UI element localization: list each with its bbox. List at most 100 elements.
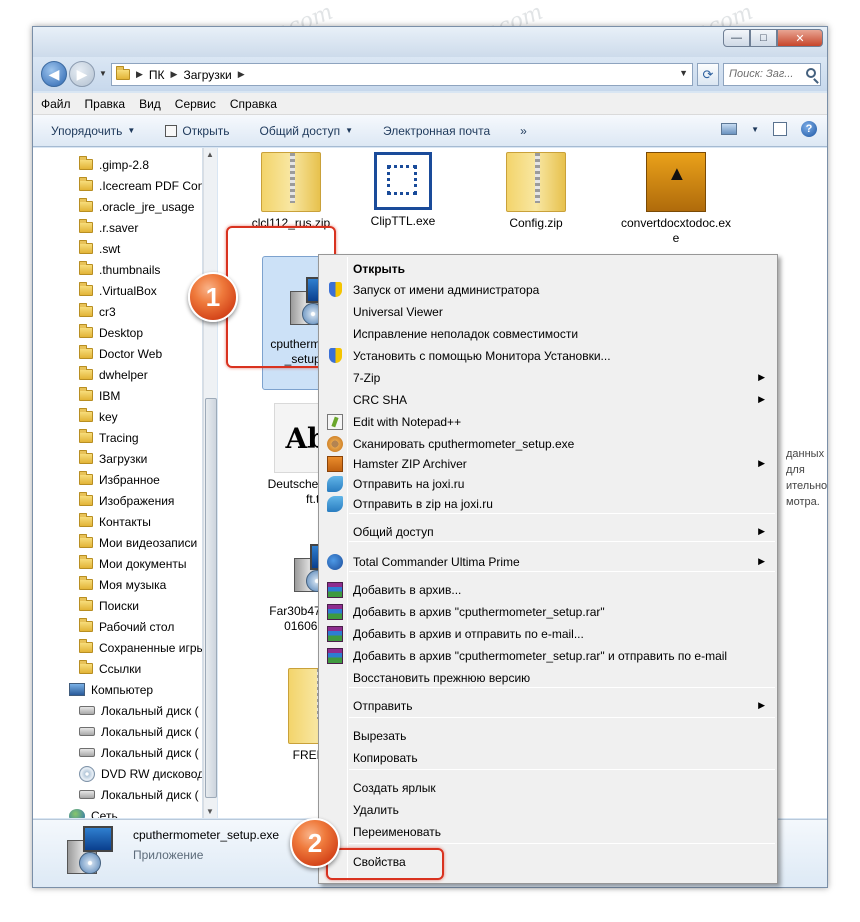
preview-pane-icon[interactable] [773,122,787,136]
folder-icon [79,576,93,590]
navigation-scrollbar[interactable]: ▲ ▼ [203,148,217,818]
recent-pages-dropdown[interactable]: ▼ [99,69,107,78]
installer-icon [646,152,706,212]
chevron-down-icon[interactable]: ▼ [751,125,759,134]
sidebar-item[interactable]: Мои видеозаписи [79,532,197,553]
context-menu-item[interactable]: Создать ярлык [321,777,775,798]
forward-button[interactable]: ▶ [69,61,95,87]
sidebar-item[interactable]: Локальный диск ( [79,721,199,742]
file-item[interactable]: clcl112_rus.zip [238,152,344,231]
sidebar-item[interactable]: Ссылки [79,658,141,679]
search-icon[interactable] [806,68,816,78]
back-button[interactable]: ◀ [41,61,67,87]
sidebar-item[interactable]: key [79,406,118,427]
context-menu-item[interactable]: Общий доступ ▶ [321,521,775,542]
context-menu-item[interactable]: Установить с помощью Монитора Установки.… [321,345,775,366]
context-menu-item[interactable]: Добавить в архив и отправить по e-mail..… [321,623,775,644]
sidebar-item[interactable]: .swt [79,238,120,259]
context-menu-item[interactable]: CRC SHA ▶ [321,389,775,410]
more-commands-button[interactable]: » [520,124,527,138]
file-item[interactable]: convertdocxtodoc.exe [618,152,734,246]
context-menu-item[interactable]: Добавить в архив... [321,579,775,600]
change-view-icon[interactable] [721,123,738,135]
sidebar-item[interactable]: Desktop [79,322,143,343]
sidebar-item[interactable]: Рабочий стол [79,616,174,637]
sidebar-item[interactable]: dwhelper [79,364,148,385]
sidebar-item[interactable]: Изображения [79,490,174,511]
organize-button[interactable]: Упорядочить ▼ [51,124,135,138]
context-menu-item[interactable]: 7-Zip ▶ [321,367,775,388]
context-menu-item[interactable]: Открыть [321,258,775,279]
sidebar-item[interactable]: Загрузки [79,448,147,469]
context-menu-item[interactable]: Сканировать cputhermometer_setup.exe [321,433,775,454]
menu-view[interactable]: Вид [139,97,161,111]
context-menu-item[interactable]: Запуск от имени администратора [321,279,775,300]
sidebar-item[interactable]: .thumbnails [79,259,160,280]
sidebar-item[interactable]: Сеть [69,805,118,818]
sidebar-item[interactable]: Моя музыка [79,574,166,595]
sidebar-item[interactable]: Сохраненные игры [79,637,202,658]
context-menu-item[interactable]: Отправить в zip на joxi.ru [321,493,775,514]
context-menu-item[interactable]: Отправить ▶ [321,695,775,716]
sidebar-item[interactable]: .oracle_jre_usage [79,196,194,217]
sidebar-item[interactable]: Локальный диск ( [79,784,199,805]
chevron-right-icon[interactable]: ▶ [171,69,178,80]
minimize-button[interactable]: — [723,29,750,47]
menu-file[interactable]: Файл [41,97,71,111]
navigation-bar: ◀ ▶ ▼ ▶ ПК ▶ Загрузки ▶ ▼ ⟳ Поиск: Заг..… [33,57,827,91]
context-menu-item[interactable]: Hamster ZIP Archiver ▶ [321,453,775,474]
help-icon[interactable]: ? [801,121,817,137]
total-commander-icon [327,554,343,570]
chevron-down-icon[interactable]: ▼ [679,68,688,78]
address-bar[interactable]: ▶ ПК ▶ Загрузки ▶ ▼ [111,63,693,86]
sidebar-item[interactable]: Локальный диск ( [79,700,199,721]
scroll-down-icon[interactable]: ▼ [206,807,214,816]
sidebar-item[interactable]: .gimp-2.8 [79,154,149,175]
sidebar-item[interactable]: Избранное [79,469,160,490]
search-input[interactable]: Поиск: Заг... [723,63,821,86]
scroll-thumb[interactable] [205,398,217,798]
sidebar-item[interactable]: Doctor Web [79,343,162,364]
menu-edit[interactable]: Правка [85,97,126,111]
sidebar-item[interactable]: DVD RW дисковод [79,763,202,784]
sidebar-item[interactable]: IBM [79,385,120,406]
context-menu-item[interactable]: Вырезать [321,725,775,746]
chevron-right-icon[interactable]: ▶ [238,69,245,80]
context-menu-item[interactable]: Добавить в архив "cputhermometer_setup.r… [321,601,775,622]
context-menu-item[interactable]: Исправление неполадок совместимости [321,323,775,344]
chevron-right-icon[interactable]: ▶ [136,69,143,80]
menu-help[interactable]: Справка [230,97,277,111]
context-menu-item[interactable]: Universal Viewer [321,301,775,322]
context-menu-item[interactable]: Копировать [321,747,775,768]
sidebar-item-label: .gimp-2.8 [99,157,150,172]
refresh-button[interactable]: ⟳ [697,63,719,86]
sidebar-item[interactable]: .Icecream PDF Con [79,175,202,196]
sidebar-item[interactable]: Контакты [79,511,151,532]
sidebar-item[interactable]: cr3 [79,301,116,322]
breadcrumb-item[interactable]: Загрузки [183,68,231,82]
context-menu-item[interactable]: Total Commander Ultima Prime ▶ [321,551,775,572]
email-button[interactable]: Электронная почта [383,124,490,138]
open-button[interactable]: Открыть [165,124,229,138]
file-item[interactable]: Config.zip [483,152,589,231]
file-item[interactable]: ClipTTL.exe [350,152,456,229]
sidebar-item[interactable]: .VirtualBox [79,280,157,301]
context-menu-item[interactable]: Edit with Notepad++ [321,411,775,432]
context-menu-item[interactable]: Переименовать [321,821,775,842]
sidebar-item[interactable]: Компьютер [69,679,153,700]
sidebar-item[interactable]: Tracing [79,427,139,448]
breadcrumb-item[interactable]: ПК [149,68,165,82]
sidebar-item[interactable]: .r.saver [79,217,138,238]
context-menu-item[interactable]: Добавить в архив "cputhermometer_setup.r… [321,645,775,666]
maximize-button[interactable]: □ [750,29,777,47]
sidebar-item[interactable]: Мои документы [79,553,186,574]
sidebar-item[interactable]: Поиски [79,595,139,616]
menu-tools[interactable]: Сервис [175,97,216,111]
context-menu-item[interactable]: Восстановить прежнюю версию [321,667,775,688]
context-menu-item[interactable]: Удалить [321,799,775,820]
sidebar-item[interactable]: Локальный диск ( [79,742,199,763]
scroll-up-icon[interactable]: ▲ [206,150,214,159]
share-button[interactable]: Общий доступ ▼ [259,124,353,138]
close-button[interactable]: ✕ [777,29,823,47]
context-menu-item[interactable]: Отправить на joxi.ru [321,473,775,494]
